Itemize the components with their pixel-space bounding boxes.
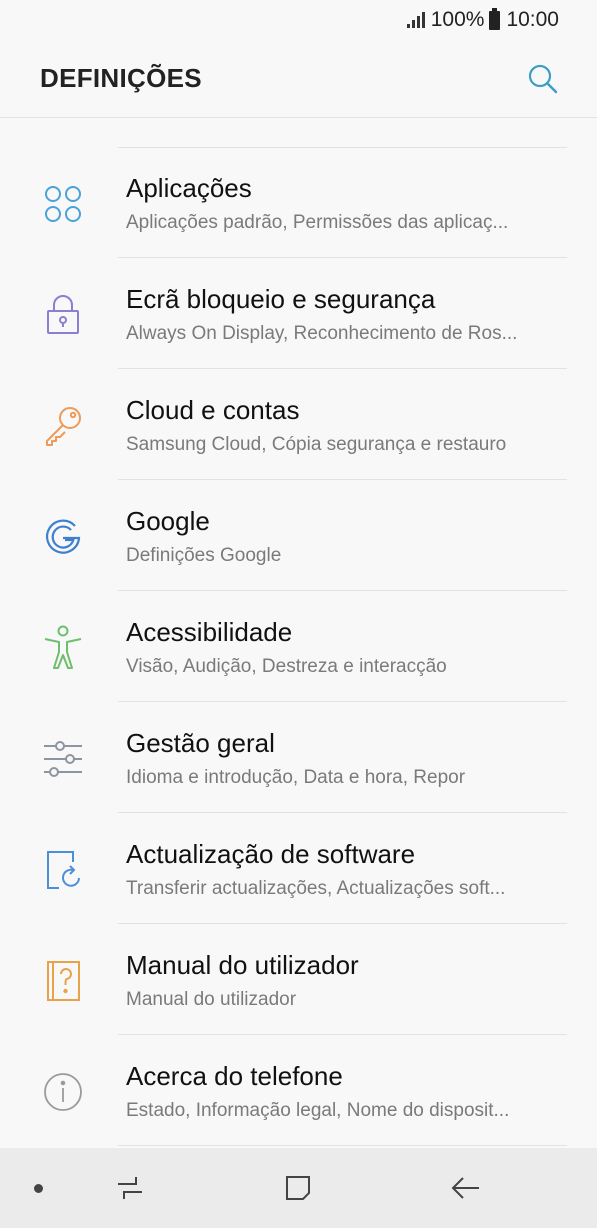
item-title: Gestão geral [126, 728, 275, 758]
settings-item-general-management[interactable]: Gestão geral Idioma e introdução, Data e… [0, 702, 597, 813]
settings-item-about-phone[interactable]: Acerca do telefone Estado, Informação le… [0, 1035, 597, 1146]
item-subtitle: Estado, Informação legal, Nome do dispos… [126, 1100, 510, 1121]
item-title: Google [126, 506, 210, 536]
settings-item-applications[interactable]: Aplicações Aplicações padrão, Permissões… [0, 147, 597, 258]
accessibility-icon [40, 625, 86, 671]
item-subtitle: Samsung Cloud, Cópia segurança e restaur… [126, 434, 507, 455]
divider [118, 1145, 567, 1146]
item-title: Ecrã bloqueio e segurança [126, 284, 436, 314]
item-title: Acerca do telefone [126, 1061, 343, 1091]
battery-percent: 100% [430, 8, 485, 31]
recent-apps-icon [118, 1177, 142, 1199]
lock-icon [40, 292, 86, 338]
item-title: Cloud e contas [126, 395, 300, 425]
item-title: Acessibilidade [126, 617, 293, 647]
nav-dot-indicator[interactable] [34, 1184, 43, 1193]
signal-icon [406, 12, 425, 28]
item-title: Actualização de software [126, 839, 416, 869]
page-title: DEFINIÇÕES [40, 63, 202, 93]
settings-item-software-update[interactable]: Actualização de software Transferir actu… [0, 813, 597, 924]
search-icon [528, 64, 558, 93]
settings-item-accessibility[interactable]: Acessibilidade Visão, Audição, Destreza … [0, 591, 597, 702]
google-icon [40, 514, 86, 560]
item-subtitle: Visão, Audição, Destreza e interacção [126, 656, 447, 677]
sliders-icon [40, 736, 86, 782]
item-subtitle: Definições Google [126, 545, 282, 566]
apps-icon [40, 181, 86, 227]
clock: 10:00 [506, 8, 559, 31]
user-manual-icon [40, 958, 86, 1004]
settings-list[interactable]: Aplicações Aplicações padrão, Permissões… [0, 118, 597, 1148]
settings-item-lock-screen[interactable]: Ecrã bloqueio e segurança Always On Disp… [0, 258, 597, 369]
list-item-partial [118, 118, 567, 148]
settings-item-google[interactable]: Google Definições Google [0, 480, 597, 591]
settings-item-user-manual[interactable]: Manual do utilizador Manual do utilizado… [0, 924, 597, 1035]
key-icon [40, 403, 86, 449]
home-button[interactable] [278, 1168, 318, 1208]
search-button[interactable] [525, 61, 561, 97]
item-subtitle: Aplicações padrão, Permissões das aplica… [126, 212, 509, 233]
item-subtitle: Always On Display, Reconhecimento de Ros… [126, 323, 518, 344]
item-subtitle: Transferir actualizações, Actualizações … [126, 878, 506, 899]
item-subtitle: Manual do utilizador [126, 989, 297, 1010]
home-icon [286, 1176, 310, 1200]
item-title: Manual do utilizador [126, 950, 359, 980]
software-update-icon [40, 847, 86, 893]
item-subtitle: Idioma e introdução, Data e hora, Repor [126, 767, 466, 788]
recent-apps-button[interactable] [110, 1168, 150, 1208]
navigation-bar [0, 1148, 597, 1228]
status-bar: 100% 10:00 [0, 0, 597, 40]
settings-item-cloud-accounts[interactable]: Cloud e contas Samsung Cloud, Cópia segu… [0, 369, 597, 480]
back-button[interactable] [446, 1168, 486, 1208]
battery-icon [489, 7, 501, 30]
item-title: Aplicações [126, 173, 252, 203]
info-icon [40, 1069, 86, 1115]
app-header: DEFINIÇÕES [0, 40, 597, 118]
back-arrow-icon [451, 1177, 479, 1199]
